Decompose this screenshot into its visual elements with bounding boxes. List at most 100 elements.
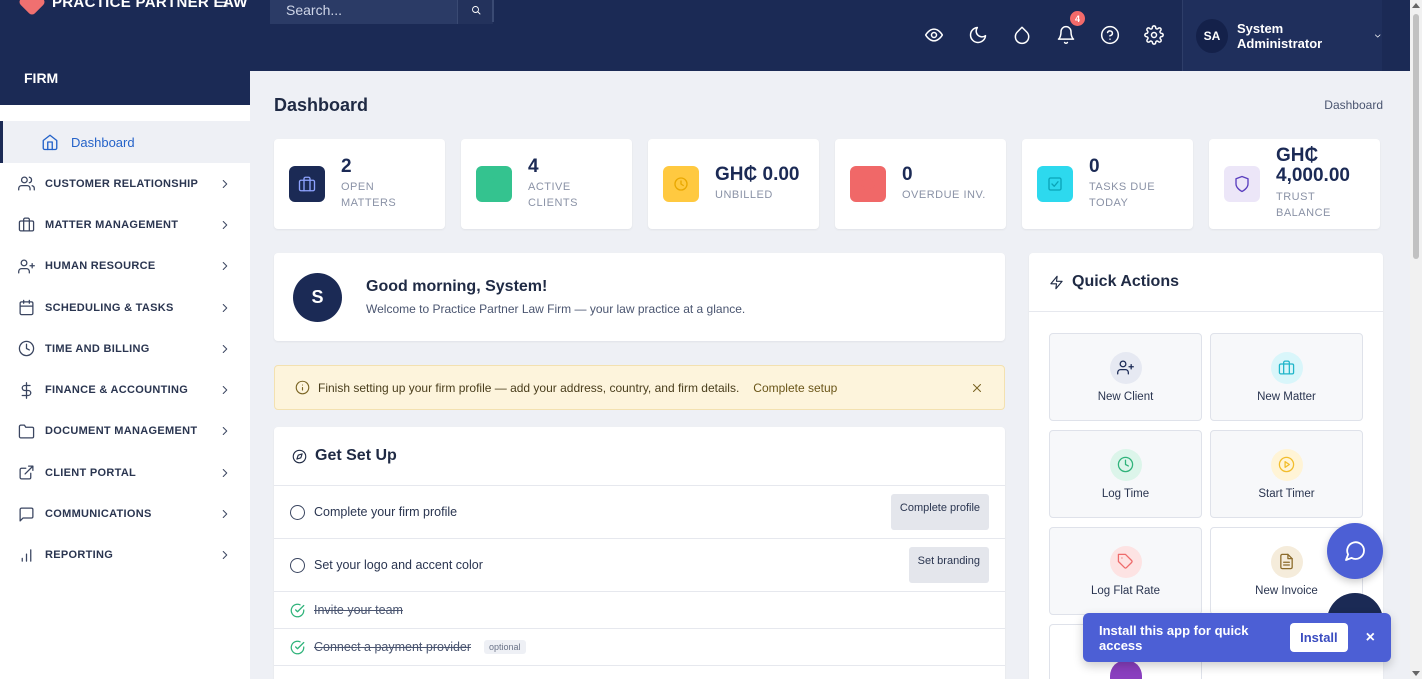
scrollbar[interactable] bbox=[1410, 0, 1422, 679]
stat-label: OVERDUE INV. bbox=[902, 188, 986, 201]
sidebar-item-client-portal[interactable]: CLIENT PORTAL bbox=[0, 452, 250, 493]
start-timer-button[interactable]: Start Timer bbox=[1210, 430, 1363, 518]
brand-logo-icon bbox=[17, 0, 47, 17]
set-branding-button[interactable]: Set branding bbox=[908, 547, 989, 583]
play-circle-icon bbox=[1270, 448, 1303, 481]
sidebar-item-label: CLIENT PORTAL bbox=[45, 466, 137, 479]
stat-value: 0 bbox=[902, 163, 913, 185]
quick-action-label: Start Timer bbox=[1258, 487, 1315, 500]
setup-item-firm-profile[interactable]: Complete your firm profile Complete prof… bbox=[274, 486, 1005, 539]
alert-text: Finish setting up your firm profile — ad… bbox=[318, 380, 740, 395]
quick-action-label: New Invoice bbox=[1255, 584, 1318, 597]
scroll-down-arrow-icon[interactable] bbox=[1412, 671, 1420, 676]
install-close-button[interactable]: × bbox=[1366, 629, 1375, 647]
sidebar-item-label: SCHEDULING & TASKS bbox=[45, 301, 174, 314]
stat-label: TRUST BALANCE bbox=[1276, 190, 1331, 220]
chevron-right-icon bbox=[222, 220, 228, 229]
chevron-right-icon bbox=[222, 427, 228, 436]
briefcase-icon bbox=[289, 166, 325, 202]
chevron-right-icon bbox=[222, 303, 228, 312]
stat-card-trust-balance[interactable]: GH₵ 4,000.00 TRUST BALANCE bbox=[1209, 139, 1380, 229]
setup-alert: Finish setting up your firm profile — ad… bbox=[274, 365, 1005, 410]
sidebar-item-document-management[interactable]: DOCUMENT MANAGEMENT bbox=[0, 411, 250, 452]
menu-toggle-icon[interactable] bbox=[212, 0, 230, 18]
setup-item-payment-provider[interactable]: Connect a payment provider optional bbox=[274, 629, 1005, 666]
stat-card-overdue-invoices[interactable]: 0 OVERDUE INV. bbox=[835, 139, 1006, 229]
droplet-icon[interactable] bbox=[1012, 23, 1032, 47]
quick-action-label: New Matter bbox=[1257, 390, 1316, 403]
stat-label: OPEN MATTERS bbox=[341, 180, 397, 210]
sidebar-item-dashboard[interactable]: Dashboard bbox=[0, 121, 250, 163]
stat-label: ACTIVE CLIENTS bbox=[528, 180, 578, 210]
complete-setup-link[interactable]: Complete setup bbox=[753, 381, 837, 395]
alert-icon bbox=[850, 166, 886, 202]
help-icon[interactable] bbox=[1100, 23, 1120, 47]
sidebar-item-reporting[interactable]: REPORTING bbox=[0, 535, 250, 576]
chevron-right-icon bbox=[222, 386, 228, 395]
welcome-subtitle: Welcome to Practice Partner Law Firm — y… bbox=[366, 302, 746, 316]
setup-item-label: Invite your team bbox=[314, 603, 403, 617]
welcome-title: Good morning, System! bbox=[366, 278, 548, 295]
sidebar-item-label: HUMAN RESOURCE bbox=[45, 260, 156, 273]
setup-item-label: Set your logo and accent color bbox=[314, 558, 483, 572]
stat-card-tasks-due[interactable]: 0 TASKS DUE TODAY bbox=[1022, 139, 1193, 229]
setup-item-invite-team[interactable]: Invite your team bbox=[274, 592, 1005, 629]
moon-icon[interactable] bbox=[968, 23, 988, 47]
chat-icon bbox=[1345, 541, 1365, 561]
stat-label: TASKS DUE TODAY bbox=[1089, 180, 1156, 210]
breadcrumb[interactable]: Dashboard bbox=[1324, 98, 1383, 112]
quick-actions-title: Quick Actions bbox=[1072, 273, 1179, 290]
search-input[interactable] bbox=[270, 0, 457, 24]
quick-actions-header: Quick Actions bbox=[1029, 253, 1383, 312]
settings-gear-icon[interactable] bbox=[1144, 23, 1164, 47]
sidebar-item-finance-accounting[interactable]: FINANCE & ACCOUNTING bbox=[0, 369, 250, 410]
stat-card-unbilled[interactable]: GH₵ 0.00 UNBILLED bbox=[648, 139, 819, 229]
sidebar-item-time-and-billing[interactable]: TIME AND BILLING bbox=[0, 328, 250, 369]
sidebar-item-customer-relationship[interactable]: CUSTOMER RELATIONSHIP bbox=[0, 163, 250, 204]
new-client-button[interactable]: New Client bbox=[1049, 333, 1202, 421]
close-icon[interactable] bbox=[970, 381, 984, 395]
chevron-right-icon bbox=[222, 344, 228, 353]
main-content: Dashboard Dashboard 2 OPEN MATTERS 4 ACTIV… bbox=[250, 71, 1410, 679]
user-avatar: SA bbox=[1196, 18, 1228, 53]
new-matter-button[interactable]: New Matter bbox=[1210, 333, 1363, 421]
stat-card-active-clients[interactable]: 4 ACTIVE CLIENTS bbox=[461, 139, 632, 229]
sidebar-item-human-resource[interactable]: HUMAN RESOURCE bbox=[0, 246, 250, 287]
sidebar-item-label: CUSTOMER RELATIONSHIP bbox=[45, 177, 199, 190]
sidebar-item-label: TIME AND BILLING bbox=[45, 342, 150, 355]
stat-value: 2 bbox=[341, 155, 352, 177]
bell-icon[interactable]: 4 bbox=[1056, 11, 1085, 47]
sidebar-item-communications[interactable]: COMMUNICATIONS bbox=[0, 493, 250, 534]
search-icon bbox=[471, 6, 480, 15]
stat-value: GH₵ 0.00 bbox=[715, 163, 800, 185]
chevron-right-icon bbox=[222, 179, 228, 188]
sidebar-item-label: REPORTING bbox=[45, 549, 114, 562]
compass-icon bbox=[292, 449, 307, 463]
sidebar-menu: CUSTOMER RELATIONSHIP MATTER MANAGEMENT … bbox=[0, 163, 250, 576]
stat-card-open-matters[interactable]: 2 OPEN MATTERS bbox=[274, 139, 445, 229]
empty-circle-icon bbox=[290, 504, 305, 520]
tag-icon bbox=[1109, 545, 1142, 578]
search-button[interactable] bbox=[457, 0, 493, 24]
scroll-thumb[interactable] bbox=[1413, 14, 1419, 259]
sidebar-item-scheduling-tasks[interactable]: SCHEDULING & TASKS bbox=[0, 287, 250, 328]
scroll-up-arrow-icon[interactable] bbox=[1412, 3, 1420, 8]
quick-action-label: Log Flat Rate bbox=[1090, 584, 1161, 597]
chevron-right-icon bbox=[222, 551, 228, 560]
setup-item-label: Complete your firm profile bbox=[314, 505, 458, 519]
sidebar-item-label: FINANCE & ACCOUNTING bbox=[45, 384, 189, 397]
eye-icon[interactable] bbox=[924, 23, 944, 47]
get-set-up-header: Get Set Up bbox=[274, 427, 1005, 486]
sidebar-item-matter-management[interactable]: MATTER MANAGEMENT bbox=[0, 204, 250, 245]
user-menu[interactable]: SA System Administrator bbox=[1182, 0, 1382, 71]
log-time-button[interactable]: Log Time bbox=[1049, 430, 1202, 518]
log-flat-rate-button[interactable]: Log Flat Rate bbox=[1049, 527, 1202, 615]
setup-item-branding[interactable]: Set your logo and accent color Set brand… bbox=[274, 539, 1005, 592]
stat-label: UNBILLED bbox=[715, 188, 773, 201]
check-circle-icon bbox=[290, 603, 305, 617]
install-button[interactable]: Install bbox=[1290, 623, 1348, 652]
check-circle-icon bbox=[290, 640, 305, 654]
chat-button[interactable] bbox=[1327, 523, 1383, 579]
sidebar-item-label: MATTER MANAGEMENT bbox=[45, 218, 179, 231]
complete-profile-button[interactable]: Complete profile bbox=[890, 494, 989, 530]
